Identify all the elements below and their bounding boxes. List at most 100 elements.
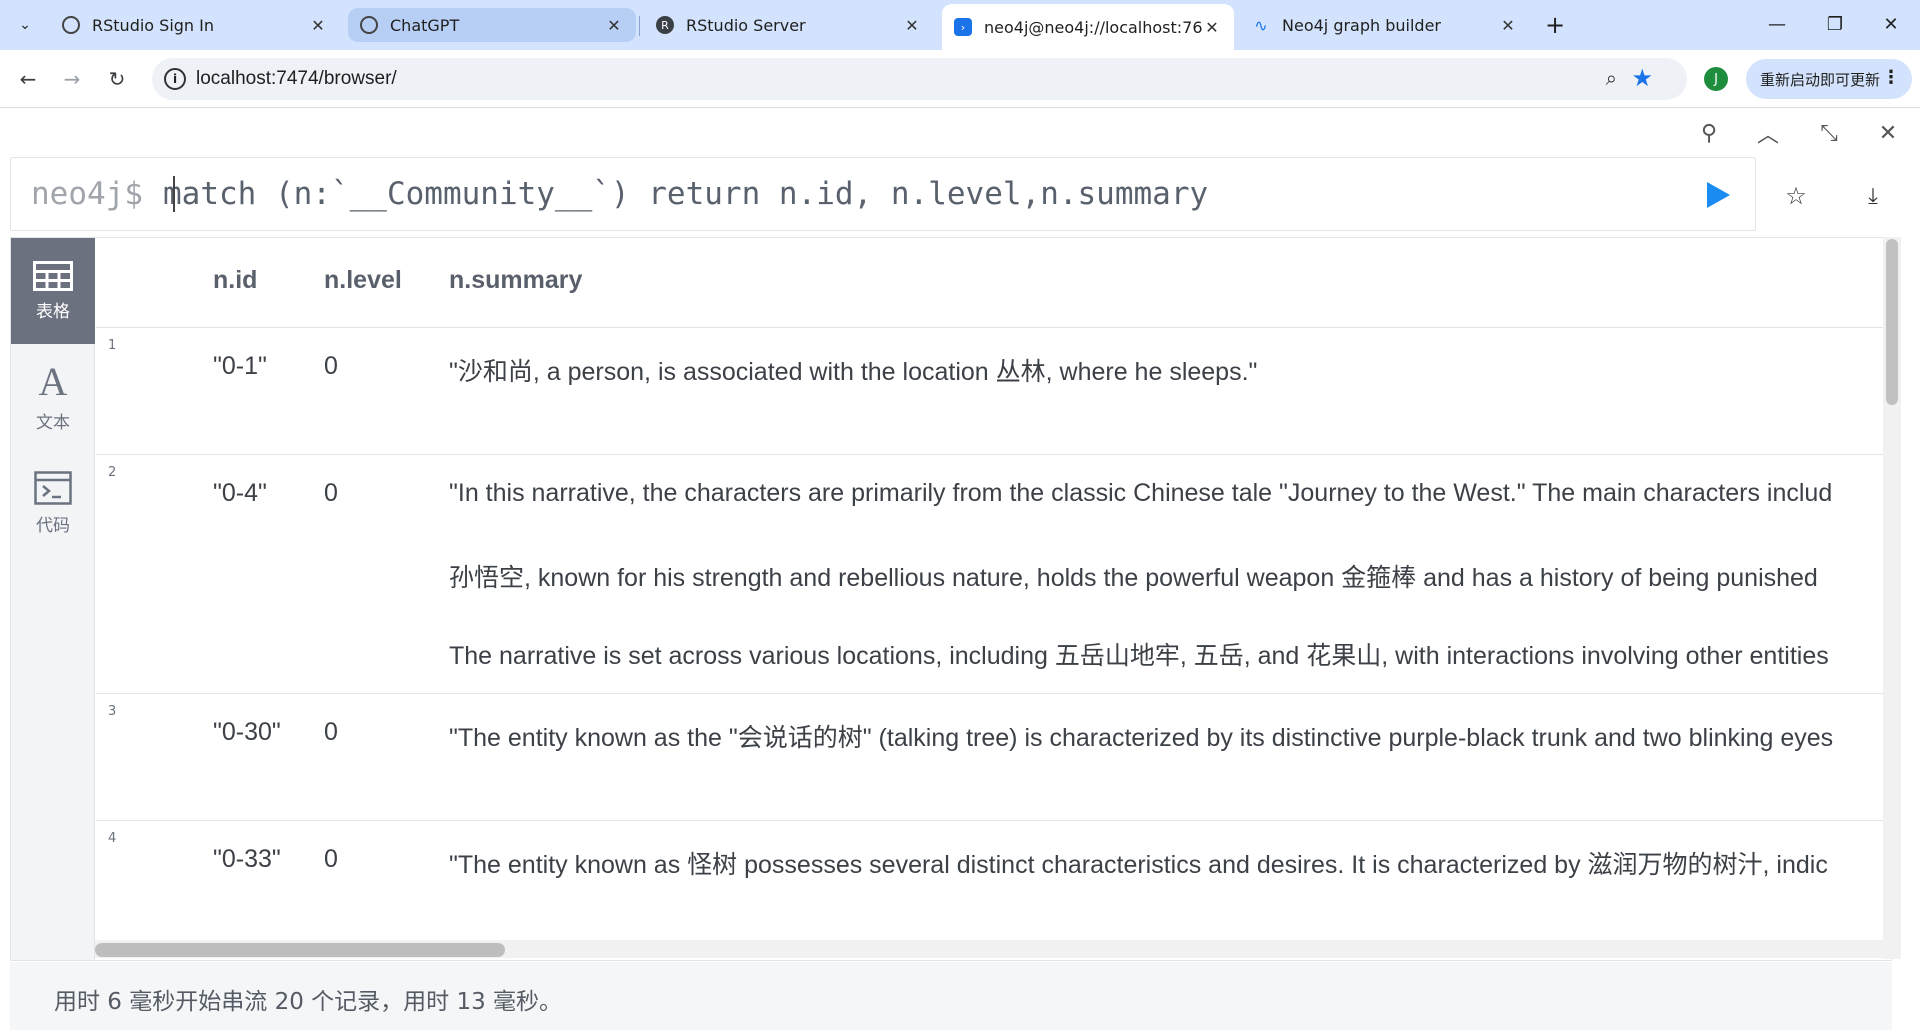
row-number: 1 <box>108 338 117 353</box>
tab-strip: ⌄ RStudio Sign In ✕ ChatGPT ✕ R RStudio … <box>0 0 1920 50</box>
column-header: n.level <box>324 266 402 294</box>
editor-prompt: neo4j$ <box>31 176 143 212</box>
new-tab-button[interactable]: + <box>1540 10 1570 40</box>
pin-icon: ⚲ <box>1700 120 1718 146</box>
tab-search-button[interactable]: ⌄ <box>9 10 41 40</box>
arrow-right-icon: → <box>63 67 81 91</box>
restore-button[interactable]: ❐ <box>1806 0 1864 48</box>
shrink-icon: ⤡ <box>1820 120 1838 146</box>
neo4j-icon: ∿ <box>1254 15 1268 35</box>
view-label: 代码 <box>36 515 70 536</box>
back-button[interactable]: ← <box>13 64 43 94</box>
cell-level: 0 <box>324 845 338 873</box>
close-icon[interactable]: ✕ <box>604 16 624 35</box>
tab-label: Neo4j graph builder <box>1282 15 1441 35</box>
download-button[interactable]: ⤓ <box>1857 180 1889 212</box>
scrollbar-thumb[interactable] <box>95 943 505 957</box>
chevron-up-icon: ︿ <box>1756 123 1779 148</box>
chevron-down-icon: ⌄ <box>19 17 31 33</box>
minimize-icon: — <box>1768 13 1786 35</box>
forward-button[interactable]: → <box>57 64 87 94</box>
cell-level: 0 <box>324 352 338 380</box>
info-icon[interactable]: i <box>164 68 186 90</box>
tab-label: RStudio Server <box>686 15 806 35</box>
tab-chatgpt[interactable]: ChatGPT ✕ <box>348 8 636 42</box>
close-icon: ✕ <box>1878 120 1898 146</box>
close-icon[interactable]: ✕ <box>1202 18 1222 37</box>
address-bar[interactable]: i localhost:7474/browser/ ⌕ ★ <box>152 58 1687 100</box>
editor-query[interactable]: match (n:`__Community__`) return n.id, n… <box>163 176 1208 212</box>
cell-level: 0 <box>324 479 338 507</box>
collapse-frame-button[interactable]: ︿ <box>1753 118 1783 148</box>
favorite-button[interactable]: ☆ <box>1780 180 1812 212</box>
table-row: 3 "0-30" 0 "The entity known as the "会说话… <box>96 694 1893 821</box>
terminal-icon: › <box>954 18 972 36</box>
cypher-editor[interactable]: neo4j$ match (n:`__Community__`) return … <box>10 157 1756 231</box>
column-header: n.summary <box>449 266 583 294</box>
result-view-sidebar: 表格 A 文本 代码 <box>11 238 95 960</box>
tab-label: neo4j@neo4j://localhost:768 <box>984 17 1202 37</box>
close-icon[interactable]: ✕ <box>902 16 922 35</box>
play-icon <box>1707 182 1730 208</box>
minimize-button[interactable]: — <box>1748 0 1806 48</box>
tab-neo4j-graph-builder[interactable]: ∿ Neo4j graph builder ✕ <box>1240 8 1530 42</box>
tab-separator <box>639 16 640 36</box>
row-number: 4 <box>108 831 117 846</box>
table-row: 1 "0-1" 0 "沙和尚, a person, is associated … <box>96 328 1893 455</box>
pin-frame-button[interactable]: ⚲ <box>1694 118 1724 148</box>
cell-id: "0-1" <box>213 352 267 380</box>
reload-button[interactable]: ↻ <box>102 64 132 94</box>
cell-summary-line: The narrative is set across various loca… <box>449 642 1829 670</box>
close-icon[interactable]: ✕ <box>308 16 328 35</box>
cell-level: 0 <box>324 718 338 746</box>
star-outline-icon: ☆ <box>1785 182 1807 210</box>
tab-label: ChatGPT <box>390 15 460 35</box>
text-icon: A <box>38 358 68 404</box>
result-status-bar: 用时 6 毫秒开始串流 20 个记录，用时 13 毫秒。 <box>10 962 1892 1030</box>
more-menu-icon[interactable]: ⋮ <box>1882 67 1900 88</box>
run-button[interactable] <box>1704 180 1732 210</box>
update-button[interactable]: 重新启动即可更新 ⋮ <box>1746 59 1912 99</box>
code-icon <box>34 470 72 505</box>
cell-summary-line: "In this narrative, the characters are p… <box>449 479 1833 507</box>
cell-summary-line: 孙悟空, known for his strength and rebellio… <box>449 564 1818 592</box>
view-table-button[interactable]: 表格 <box>11 238 95 344</box>
restore-icon: ❐ <box>1826 13 1844 35</box>
close-icon[interactable]: ✕ <box>1498 16 1518 35</box>
url-text[interactable]: localhost:7474/browser/ <box>196 68 397 90</box>
close-icon: ✕ <box>1883 13 1899 35</box>
profile-avatar[interactable]: J <box>1704 67 1728 91</box>
update-label: 重新启动即可更新 <box>1760 70 1881 89</box>
close-window-button[interactable]: ✕ <box>1862 0 1920 48</box>
table-icon <box>33 260 73 291</box>
view-text-button[interactable]: A 文本 <box>11 344 95 450</box>
view-label: 文本 <box>36 412 70 433</box>
view-code-button[interactable]: 代码 <box>11 450 95 556</box>
result-panel: 表格 A 文本 代码 n.id n.level n.summary 1 "0-1… <box>10 237 1893 961</box>
close-frame-button[interactable]: ✕ <box>1873 118 1903 148</box>
reload-icon: ↻ <box>108 67 126 91</box>
result-table: n.id n.level n.summary 1 "0-1" 0 "沙和尚, a… <box>96 238 1893 960</box>
tab-neo4j-browser[interactable]: › neo4j@neo4j://localhost:768 ✕ <box>942 4 1234 50</box>
download-icon: ⤓ <box>1868 183 1878 209</box>
vertical-scrollbar[interactable] <box>1883 237 1901 959</box>
scrollbar-thumb[interactable] <box>1886 239 1898 405</box>
tab-label: RStudio Sign In <box>92 15 215 35</box>
view-label: 表格 <box>36 301 70 322</box>
cell-id: "0-33" <box>213 845 281 873</box>
chatgpt-icon <box>360 16 378 34</box>
fullscreen-frame-button[interactable]: ⤡ <box>1814 118 1844 148</box>
tab-rstudio-sign-in[interactable]: RStudio Sign In ✕ <box>50 8 340 42</box>
browser-toolbar: ← → ↻ i localhost:7474/browser/ ⌕ ★ J 重新… <box>0 50 1920 108</box>
cell-id: "0-30" <box>213 718 281 746</box>
table-row: 2 "0-4" 0 "In this narrative, the charac… <box>96 455 1893 694</box>
horizontal-scrollbar[interactable] <box>95 940 1883 958</box>
status-text: 用时 6 毫秒开始串流 20 个记录，用时 13 毫秒。 <box>54 989 563 1015</box>
bookmark-star-icon[interactable]: ★ <box>1631 64 1653 92</box>
row-number: 3 <box>108 704 117 719</box>
arrow-left-icon: ← <box>19 67 37 91</box>
tab-rstudio-server[interactable]: R RStudio Server ✕ <box>644 8 934 42</box>
row-number: 2 <box>108 465 117 480</box>
zoom-icon[interactable]: ⌕ <box>1606 66 1617 90</box>
rstudio-icon: R <box>656 16 674 34</box>
